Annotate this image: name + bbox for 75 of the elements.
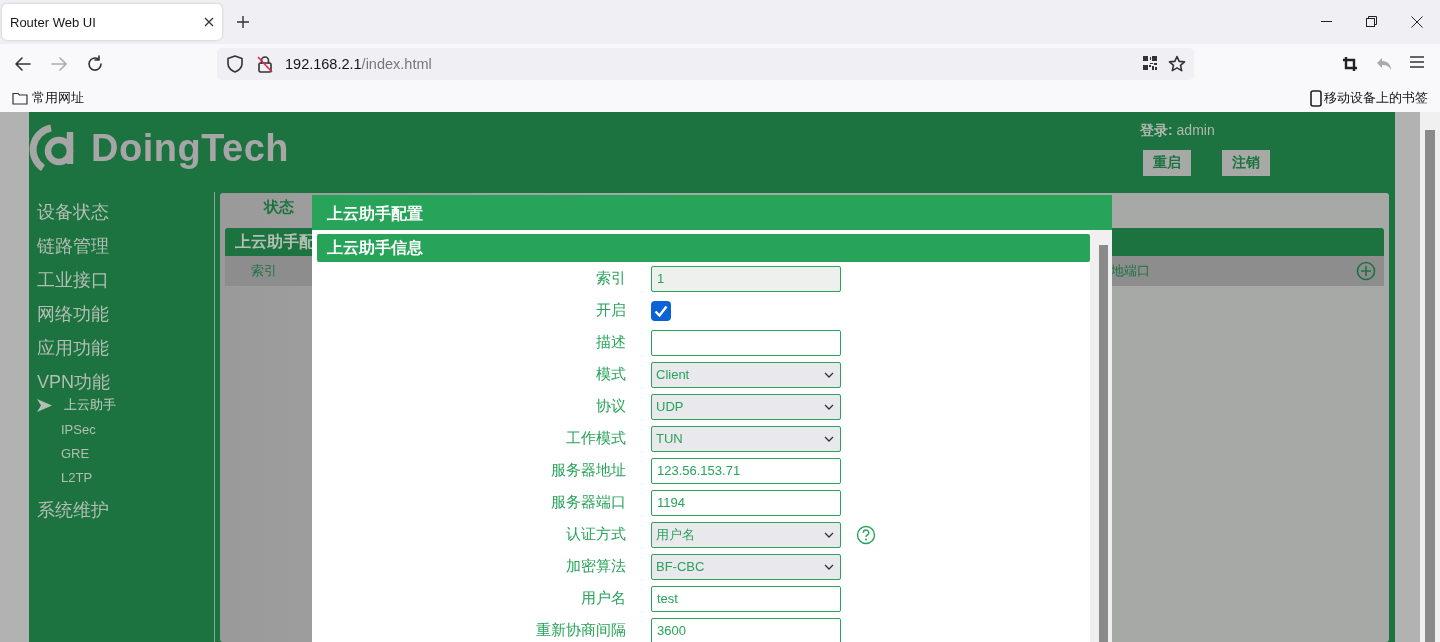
star-icon[interactable] — [1168, 55, 1186, 73]
modal-title: 上云助手配置 — [312, 195, 1112, 230]
back-icon[interactable] — [14, 55, 32, 73]
field-label: 协议 — [595, 397, 626, 416]
nav-item[interactable]: 网络功能 — [29, 299, 214, 333]
scrollbar[interactable] — [1420, 112, 1440, 642]
address-bar[interactable]: 192.168.2.1/index.html — [217, 48, 1194, 80]
bookmark-label: 常用网址 — [32, 89, 84, 107]
crop-icon[interactable] — [1342, 56, 1358, 72]
column-header: 地端口 — [1111, 262, 1150, 280]
close-icon[interactable] — [1411, 16, 1423, 28]
tab-title: Router Web UI — [10, 14, 96, 30]
subnav-label: 上云助手 — [64, 396, 116, 414]
help-icon[interactable] — [856, 524, 876, 545]
chevron-down-icon — [824, 563, 834, 570]
nav-item[interactable]: 工业接口 — [29, 265, 214, 299]
login-info: 登录: admin — [1140, 122, 1215, 140]
field-label: 服务器端口 — [550, 493, 626, 512]
subnav-label: GRE — [61, 445, 90, 461]
nav-item[interactable]: 应用功能 — [29, 333, 214, 367]
text-field[interactable]: 1194 — [651, 489, 841, 516]
subnav-item[interactable]: IPSec — [37, 417, 214, 441]
subnav-item[interactable]: GRE — [37, 441, 214, 465]
column-header: 索引 — [251, 262, 277, 280]
field-label: 开启 — [595, 301, 626, 320]
browser-tab[interactable]: Router Web UI — [2, 4, 222, 40]
panel-tab[interactable]: 状态 — [264, 198, 294, 228]
field-label: 描述 — [595, 333, 626, 352]
text-field[interactable]: test — [651, 585, 841, 612]
nav-item[interactable]: 系统维护 — [29, 495, 214, 529]
shield-icon[interactable] — [227, 55, 243, 73]
dropdown[interactable]: UDP — [651, 393, 841, 420]
text-field[interactable]: 3600 — [651, 617, 841, 642]
chevron-down-icon — [824, 371, 834, 378]
dropdown[interactable]: TUN — [651, 425, 841, 452]
field-label: 模式 — [595, 365, 626, 384]
chevron-down-icon — [824, 531, 834, 538]
url-text: 192.168.2.1/index.html — [285, 56, 432, 72]
lock-icon[interactable] — [257, 55, 273, 73]
header-button[interactable]: 重启 — [1143, 150, 1191, 176]
header-button[interactable]: 注销 — [1222, 150, 1270, 176]
subnav-label: IPSec — [61, 421, 96, 437]
chevron-down-icon — [824, 403, 834, 410]
folder-icon — [12, 91, 28, 105]
scrollbar[interactable] — [1090, 230, 1112, 642]
field-label: 索引 — [595, 269, 626, 288]
arrow-icon — [37, 398, 52, 412]
close-icon[interactable] — [204, 17, 214, 27]
text-field[interactable] — [651, 329, 841, 356]
field-label: 服务器地址 — [550, 461, 626, 480]
nav-item[interactable]: 链路管理 — [29, 231, 214, 265]
checkbox[interactable] — [651, 300, 671, 321]
field-label: 工作模式 — [565, 429, 626, 448]
logo-text: DoingTech — [91, 126, 289, 170]
subnav-item[interactable]: L2TP — [37, 465, 214, 489]
menu-icon[interactable] — [1410, 56, 1424, 68]
field-label: 用户名 — [580, 589, 626, 608]
phone-icon — [1310, 89, 1322, 107]
dropdown[interactable]: Client — [651, 361, 841, 388]
dropdown[interactable]: 用户名 — [651, 521, 841, 548]
subnav-item[interactable]: 上云助手 — [37, 393, 214, 417]
field-label: 加密算法 — [565, 557, 626, 576]
dropdown[interactable]: BF-CBC — [651, 553, 841, 580]
field-label: 重新协商间隔 — [535, 621, 626, 640]
nav-item[interactable]: 设备状态 — [29, 197, 214, 231]
qr-code-icon[interactable] — [1142, 55, 1158, 71]
text-field[interactable]: 123.56.153.71 — [651, 457, 841, 484]
reload-icon[interactable] — [86, 55, 104, 73]
section-header: 上云助手信息 — [317, 234, 1090, 262]
field-label: 认证方式 — [565, 525, 626, 544]
chevron-down-icon — [824, 435, 834, 442]
bookmark-link[interactable]: 常用网址 — [12, 89, 84, 107]
subnav-label: L2TP — [61, 469, 93, 485]
restore-icon[interactable] — [1366, 16, 1377, 27]
new-tab-icon[interactable] — [236, 15, 250, 29]
